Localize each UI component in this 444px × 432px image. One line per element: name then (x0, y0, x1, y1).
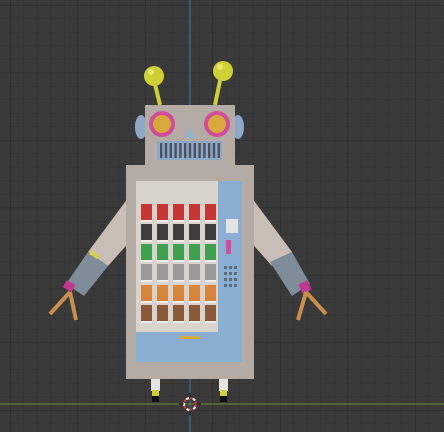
3d-viewport[interactable] (0, 0, 444, 432)
grille-bar (169, 143, 172, 158)
shelf-label (173, 301, 184, 303)
product-item (173, 224, 184, 240)
product-item (189, 204, 200, 220)
shelf-label (141, 301, 152, 303)
grille-bar (179, 143, 182, 158)
shelf-label (173, 260, 184, 262)
shelf-label (157, 260, 168, 262)
keypad-key (224, 284, 227, 287)
eye-right (204, 111, 230, 137)
product-item (157, 244, 168, 260)
leg-left (151, 379, 160, 402)
product-item (173, 264, 184, 280)
product-item (205, 224, 216, 240)
product-item (205, 285, 216, 301)
shelf-label (205, 220, 216, 222)
product-item (141, 264, 152, 280)
product-item (189, 244, 200, 260)
keypad-key (229, 284, 232, 287)
grille-bar (160, 143, 163, 158)
product-item (157, 224, 168, 240)
product-item (141, 285, 152, 301)
shelf-label (157, 220, 168, 222)
shelf-label (173, 240, 184, 242)
eye-left (149, 111, 175, 137)
shelf-label (141, 260, 152, 262)
control-panel (218, 181, 242, 332)
product-item (205, 264, 216, 280)
product-item (205, 305, 216, 321)
product-item (141, 305, 152, 321)
shelf-label (157, 321, 168, 323)
shelf-label (205, 280, 216, 282)
shelf-label (205, 301, 216, 303)
mouth-grille (157, 141, 222, 160)
product-item (173, 204, 184, 220)
shelf-label (189, 321, 200, 323)
product-item (157, 204, 168, 220)
product-item (173, 285, 184, 301)
shelf-label (189, 260, 200, 262)
keypad-key (224, 266, 227, 269)
shelf-label (173, 220, 184, 222)
shelf-label (205, 260, 216, 262)
product-item (189, 305, 200, 321)
shelf-label (141, 280, 152, 282)
product-item (205, 204, 216, 220)
coin-slot (226, 219, 238, 233)
grille-bar (184, 143, 187, 158)
shelf-label (141, 220, 152, 222)
viewport-scene[interactable] (0, 0, 444, 432)
shelf-label (141, 240, 152, 242)
shelf-label (157, 240, 168, 242)
shelf-label (205, 240, 216, 242)
keypad-key (229, 272, 232, 275)
grille-bar (193, 143, 196, 158)
shelf-label (189, 301, 200, 303)
keypad-key (234, 284, 237, 287)
product-item (189, 264, 200, 280)
shelf-label (173, 321, 184, 323)
product-item (141, 224, 152, 240)
shelf-label (189, 220, 200, 222)
keypad-key (234, 278, 237, 281)
grille-bar (203, 143, 206, 158)
keypad-key (234, 272, 237, 275)
shelf-label (157, 280, 168, 282)
payment-indicator (226, 240, 231, 254)
keypad-key (229, 278, 232, 281)
shelf-label (157, 301, 168, 303)
product-item (189, 285, 200, 301)
grille-bar (217, 143, 220, 158)
grille-bar (164, 143, 168, 158)
product-item (141, 244, 152, 260)
product-item (157, 264, 168, 280)
leg-right (219, 379, 228, 402)
tray-handle (180, 336, 200, 339)
keypad-key (229, 266, 232, 269)
grille-bar (174, 143, 177, 158)
keypad-key (224, 272, 227, 275)
product-item (173, 244, 184, 260)
grille-bar (198, 143, 201, 158)
shelf-label (205, 321, 216, 323)
product-item (173, 305, 184, 321)
product-item (189, 224, 200, 240)
keypad-key (234, 266, 237, 269)
product-item (157, 285, 168, 301)
grille-bar (188, 143, 192, 158)
shelf-label (173, 280, 184, 282)
shelf-label (141, 321, 152, 323)
product-item (157, 305, 168, 321)
grille-bar (212, 143, 216, 158)
shelf-label (189, 280, 200, 282)
grille-bar (208, 143, 211, 158)
shelf-label (189, 240, 200, 242)
product-item (205, 244, 216, 260)
keypad-key (224, 278, 227, 281)
product-item (141, 204, 152, 220)
